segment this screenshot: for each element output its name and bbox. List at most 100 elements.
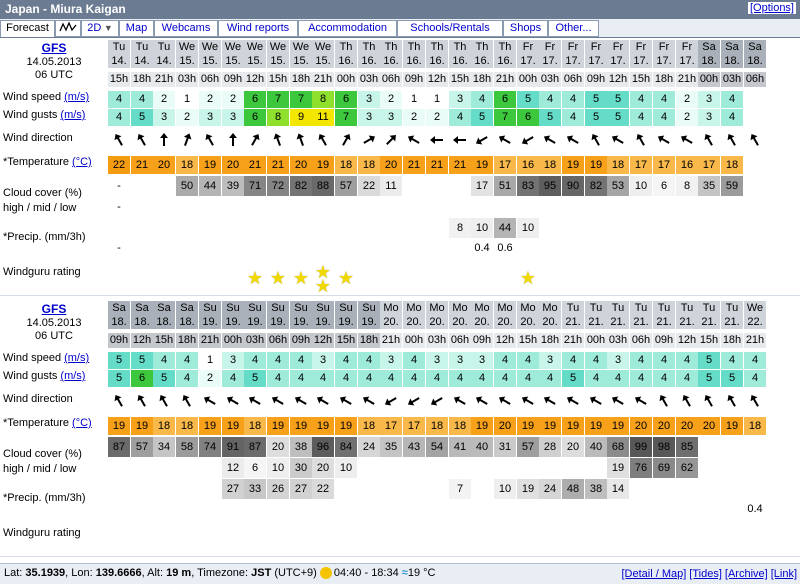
wind-gust-value: 6 bbox=[244, 109, 266, 126]
day-date: 18. bbox=[176, 315, 198, 329]
cloud-high-value: 35 bbox=[698, 176, 720, 196]
wind-direction-arrow-icon bbox=[335, 393, 357, 409]
row-label-text: Wind speed bbox=[3, 352, 62, 364]
wind-gust-value: 4 bbox=[539, 370, 561, 387]
wind-speed-value: 5 bbox=[131, 352, 153, 369]
unit-link[interactable]: (°C) bbox=[72, 156, 92, 168]
wind-gust-value: 4 bbox=[358, 370, 380, 387]
day-date: 21. bbox=[585, 315, 607, 329]
day-date: 21. bbox=[698, 315, 720, 329]
cloud-high-value: 57 bbox=[517, 437, 539, 457]
cloud-high-value bbox=[744, 176, 766, 196]
unit-link[interactable]: (m/s) bbox=[64, 91, 89, 103]
wind-speed-value: 6 bbox=[244, 91, 266, 108]
row-label-wind-gusts: Wind gusts (m/s) bbox=[0, 370, 108, 382]
cloud-low-value bbox=[471, 479, 493, 499]
unit-link[interactable]: (°C) bbox=[72, 417, 92, 429]
wind-speed-value: 4 bbox=[562, 352, 584, 369]
row-label-text: Wind speed bbox=[3, 91, 62, 103]
cloud-mid-value bbox=[630, 197, 652, 217]
cloud-low-value: 27 bbox=[222, 479, 244, 499]
wind-gust-value: 5 bbox=[471, 109, 493, 126]
day-name: Su bbox=[335, 301, 357, 315]
wind-gust-value: 4 bbox=[471, 370, 493, 387]
cloud-low-value bbox=[222, 218, 244, 238]
wind-direction-arrow-icon bbox=[744, 393, 766, 409]
tab-wind-reports[interactable]: Wind reports bbox=[218, 20, 298, 37]
unit-link[interactable]: (m/s) bbox=[64, 352, 89, 364]
tab-forecast[interactable]: Forecast bbox=[0, 20, 55, 37]
day-date: 19. bbox=[267, 315, 289, 329]
precip-value bbox=[449, 500, 471, 518]
temperature-value: 20 bbox=[380, 156, 402, 174]
tab-2d[interactable]: 2D ▼ bbox=[81, 20, 119, 37]
footer-link[interactable]: [Tides] bbox=[689, 568, 722, 580]
row-label-rating: Windguru rating bbox=[0, 527, 108, 539]
tab-accommodation[interactable]: Accommodation bbox=[298, 20, 397, 37]
cloud-mid-value: 69 bbox=[653, 458, 675, 478]
footer-link[interactable]: [Detail / Map] bbox=[621, 568, 686, 580]
day-name: Mo bbox=[449, 301, 471, 315]
options-link[interactable]: [Options] bbox=[747, 2, 796, 14]
day-date: 19. bbox=[199, 315, 221, 329]
wind-speed-value: 4 bbox=[539, 91, 561, 108]
day-date: 16. bbox=[335, 54, 357, 68]
tab-graph[interactable] bbox=[55, 20, 81, 37]
day-name: Sa bbox=[721, 40, 743, 54]
init-date: 14.05.2013 bbox=[26, 56, 82, 68]
cloud-low-value bbox=[267, 218, 289, 238]
day-name: We bbox=[176, 40, 198, 54]
cloud-low-value bbox=[380, 479, 402, 499]
cloud-low-value: 14 bbox=[607, 479, 629, 499]
tab-map[interactable]: Map bbox=[119, 20, 154, 37]
wind-direction-arrow-icon bbox=[517, 132, 539, 148]
cloud-mid-value bbox=[471, 197, 493, 217]
precip-value bbox=[290, 239, 312, 257]
day-name: Mo bbox=[380, 301, 402, 315]
wind-direction-arrow-icon bbox=[403, 132, 425, 148]
water-temp: 19 °C bbox=[407, 567, 436, 579]
cloud-low-value bbox=[199, 218, 221, 238]
wind-speed-value: 3 bbox=[607, 352, 629, 369]
cloud-mid-value bbox=[562, 458, 584, 478]
precip-value bbox=[199, 500, 221, 518]
tab-shops[interactable]: Shops bbox=[503, 20, 548, 37]
footer-link[interactable]: [Archive] bbox=[725, 568, 768, 580]
day-date: 16. bbox=[449, 54, 471, 68]
precip-value bbox=[335, 500, 357, 518]
tz-offset: (UTC+9) bbox=[271, 567, 320, 579]
unit-link[interactable]: (m/s) bbox=[60, 109, 85, 121]
wind-gust-value: 4 bbox=[653, 370, 675, 387]
precip-value bbox=[380, 500, 402, 518]
cloud-mid-value bbox=[108, 458, 130, 478]
day-name: Mo bbox=[539, 301, 561, 315]
cloud-low-value: 7 bbox=[449, 479, 471, 499]
wind-direction-arrow-icon bbox=[244, 393, 266, 409]
cloud-high-value: 17 bbox=[471, 176, 493, 196]
cloud-high-value bbox=[403, 176, 425, 196]
tab-other[interactable]: Other... bbox=[548, 20, 599, 37]
temperature-value: 18 bbox=[449, 417, 471, 435]
tab-webcams[interactable]: Webcams bbox=[154, 20, 218, 37]
dropdown-icon: ▼ bbox=[101, 23, 113, 33]
model-link[interactable]: GFS bbox=[42, 41, 67, 55]
cloud-high-value: 43 bbox=[403, 437, 425, 457]
row-label-temperature: *Temperature (°C) bbox=[0, 417, 108, 429]
wind-direction-arrow-icon bbox=[199, 132, 221, 148]
day-date: 15. bbox=[290, 54, 312, 68]
cloud-low-value bbox=[108, 479, 130, 499]
forecast-hour: 15h bbox=[449, 72, 471, 87]
cloud-low-value: 26 bbox=[267, 479, 289, 499]
wind-speed-value: 2 bbox=[676, 91, 698, 108]
model-link[interactable]: GFS bbox=[42, 302, 67, 316]
cloud-high-value: 24 bbox=[358, 437, 380, 457]
day-name: Fr bbox=[607, 40, 629, 54]
wind-gust-value: 4 bbox=[426, 370, 448, 387]
unit-link[interactable]: (m/s) bbox=[60, 370, 85, 382]
wind-direction-arrow-icon bbox=[380, 393, 402, 409]
day-date: 17. bbox=[539, 54, 561, 68]
tab-schools-rentals[interactable]: Schools/Rentals bbox=[397, 20, 503, 37]
cloud-high-value: 90 bbox=[562, 176, 584, 196]
footer-link[interactable]: [Link] bbox=[771, 568, 797, 580]
day-date: 16. bbox=[426, 54, 448, 68]
